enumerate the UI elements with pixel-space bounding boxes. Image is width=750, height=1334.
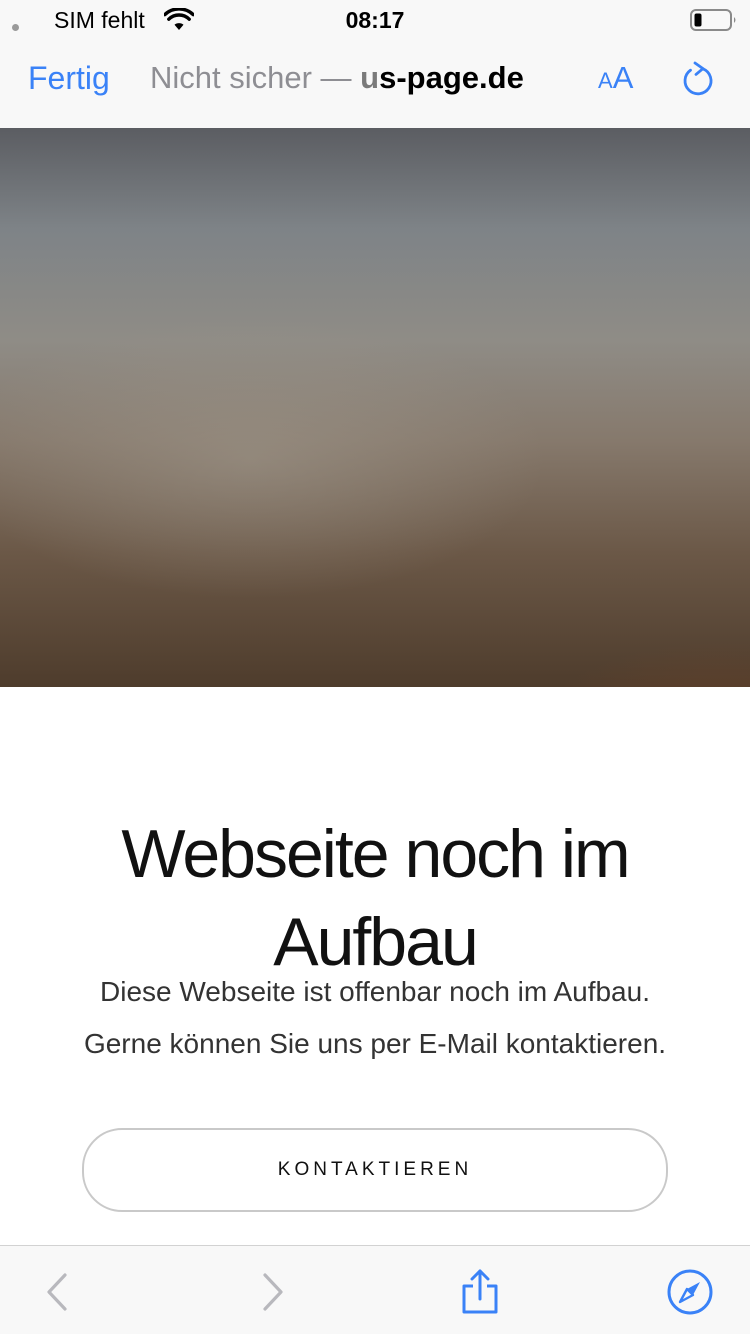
- back-icon[interactable]: [34, 1268, 82, 1316]
- done-button[interactable]: Fertig: [28, 58, 110, 98]
- reload-icon[interactable]: [678, 58, 716, 100]
- battery-icon: [690, 9, 736, 31]
- compass-icon[interactable]: [666, 1268, 714, 1316]
- text-size-big-glyph: A: [612, 60, 634, 95]
- status-bar: SIM fehlt 08:17: [0, 0, 750, 40]
- url-bar[interactable]: Nicht sicher — us-page.de: [150, 58, 570, 98]
- text-size-small-glyph: A: [598, 68, 613, 93]
- description-line-2: Gerne können Sie uns per E-Mail kontakti…: [83, 1028, 667, 1059]
- share-icon[interactable]: [456, 1268, 504, 1316]
- status-time: 08:17: [345, 7, 405, 33]
- bottom-toolbar: [0, 1245, 750, 1334]
- contact-button[interactable]: KONTAKTIEREN: [82, 1128, 668, 1212]
- url-domain-prefix: u: [360, 60, 380, 95]
- forward-icon[interactable]: [248, 1268, 296, 1316]
- text-size-button[interactable]: AA: [598, 56, 642, 100]
- browser-header: Fertig Nicht sicher — us-page.de AA: [0, 40, 750, 128]
- description-line-1: Diese Webseite ist offenbar noch im Aufb…: [100, 976, 650, 1007]
- hero-image: [0, 128, 750, 687]
- page-title: Webseite noch im Aufbau: [121, 815, 630, 980]
- url-security-label: Nicht sicher —: [150, 60, 361, 95]
- screen: SIM fehlt 08:17 Fertig Nicht sicher — us…: [0, 0, 750, 1334]
- url-domain: s-page.de: [379, 60, 524, 95]
